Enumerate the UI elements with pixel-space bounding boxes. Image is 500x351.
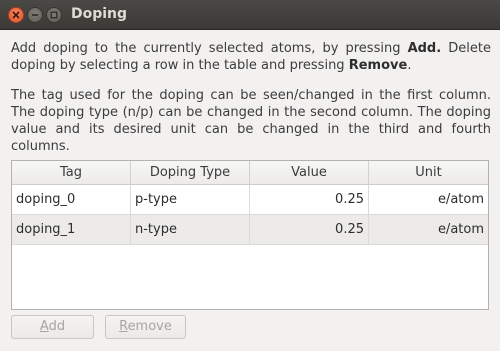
- doping-type-cell[interactable]: n-type: [131, 215, 250, 245]
- add-emphasis: Add.: [407, 41, 442, 56]
- remove-emphasis: Remove: [348, 58, 408, 73]
- unit-cell[interactable]: e/atom: [369, 215, 488, 245]
- columns-help-paragraph: The tag used for the doping can be seen/…: [11, 88, 491, 154]
- remove-label-rest: emove: [127, 319, 172, 334]
- tag-cell[interactable]: doping_1: [12, 215, 131, 245]
- title-bar: Doping: [0, 0, 500, 30]
- maximize-window-button[interactable]: [46, 7, 62, 23]
- instructions-text: Add doping to the currently selected ato…: [11, 41, 408, 56]
- column-header-tag[interactable]: Tag: [12, 161, 131, 185]
- doping-type-cell[interactable]: p-type: [131, 185, 250, 215]
- minimize-icon: [32, 14, 38, 16]
- minimize-window-button[interactable]: [27, 7, 43, 23]
- close-icon: [12, 11, 20, 19]
- value-cell[interactable]: 0.25: [250, 185, 369, 215]
- instructions-period: .: [407, 58, 412, 73]
- add-label-rest: dd: [48, 319, 66, 334]
- tag-cell[interactable]: doping_0: [12, 185, 131, 215]
- close-window-button[interactable]: [8, 7, 24, 23]
- value-cell[interactable]: 0.25: [250, 215, 369, 245]
- column-header-value[interactable]: Value: [250, 161, 369, 185]
- doping-table[interactable]: Tag Doping Type Value Unit doping_0 p-ty…: [11, 160, 489, 310]
- table-row[interactable]: doping_1 n-type 0.25 e/atom: [12, 215, 488, 245]
- unit-cell[interactable]: e/atom: [369, 185, 488, 215]
- remove-mnemonic: R: [119, 319, 128, 334]
- column-header-doping-type[interactable]: Doping Type: [131, 161, 250, 185]
- remove-button[interactable]: Remove: [105, 315, 186, 339]
- add-button[interactable]: Add: [11, 315, 94, 339]
- table-row[interactable]: doping_0 p-type 0.25 e/atom: [12, 185, 488, 215]
- add-mnemonic: A: [39, 319, 49, 334]
- column-header-unit[interactable]: Unit: [369, 161, 488, 185]
- window-title: Doping: [71, 6, 128, 22]
- table-header: Tag Doping Type Value Unit: [12, 161, 488, 185]
- maximize-icon: [50, 11, 58, 19]
- instructions-paragraph: Add doping to the currently selected ato…: [11, 40, 491, 74]
